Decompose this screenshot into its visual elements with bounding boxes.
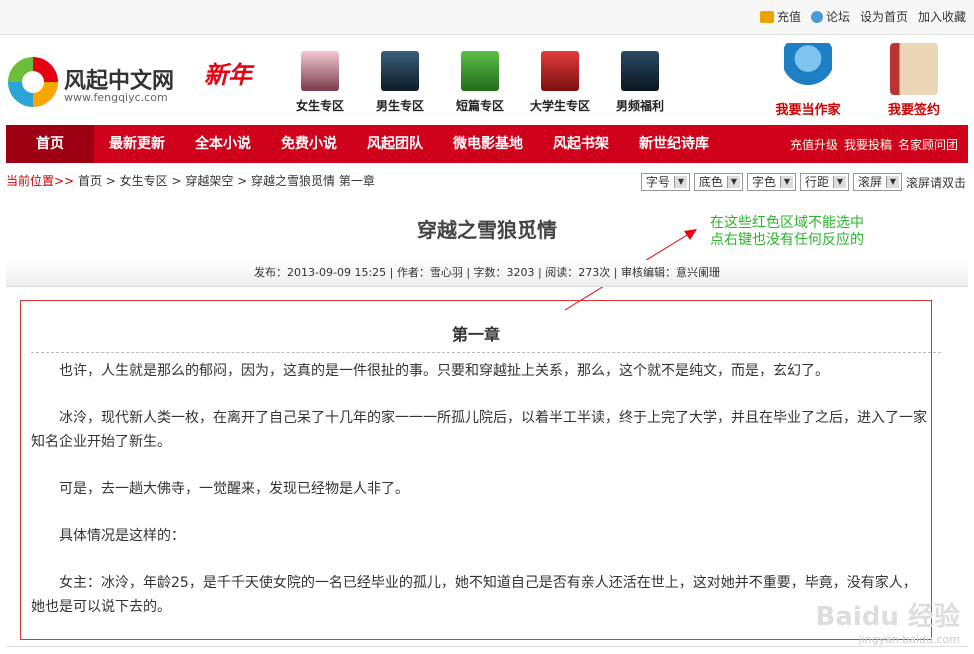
article-meta: 发布：2013-09-09 15:25 | 作者：雪心羽 | 字数：3203 |…: [6, 260, 968, 287]
divider: [31, 352, 941, 353]
chapter-text: 也许，人生就是那么的郁闷，因为，这真的是一件很扯的事。只要和穿越扯上关系，那么，…: [31, 359, 929, 642]
paragraph: 可是，去一趟大佛寺，一觉醒来，发现已经物是人非了。: [59, 481, 409, 497]
divider: [6, 646, 968, 647]
chapter-title: 第一章: [451, 325, 500, 344]
watermark-brand: Baidu 经验: [815, 602, 960, 632]
chapter-content: 第一章 也许，人生就是那么的郁闷，因为，这真的是一件很扯的事。只要和穿越扯上关系…: [20, 300, 941, 642]
paragraph: 女主：冰泠，年龄25，是千千天使女院的一名已经毕业的孤儿，她不知道自己是否有亲人…: [31, 575, 917, 615]
paragraph: 也许，人生就是那么的郁闷，因为，这真的是一件很扯的事。只要和穿越扯上关系，那么，…: [59, 363, 829, 379]
paragraph: 具体情况是这样的：: [59, 528, 185, 544]
paragraph: 冰泠，现代新人类一枚，在离开了自己呆了十几年的家一一一所孤儿院后，以着半工半读，…: [31, 410, 927, 450]
watermark-url: jingyan.baidu.com: [858, 633, 960, 646]
watermark: Baidu 经验 jingyan.baidu.com: [816, 596, 960, 646]
